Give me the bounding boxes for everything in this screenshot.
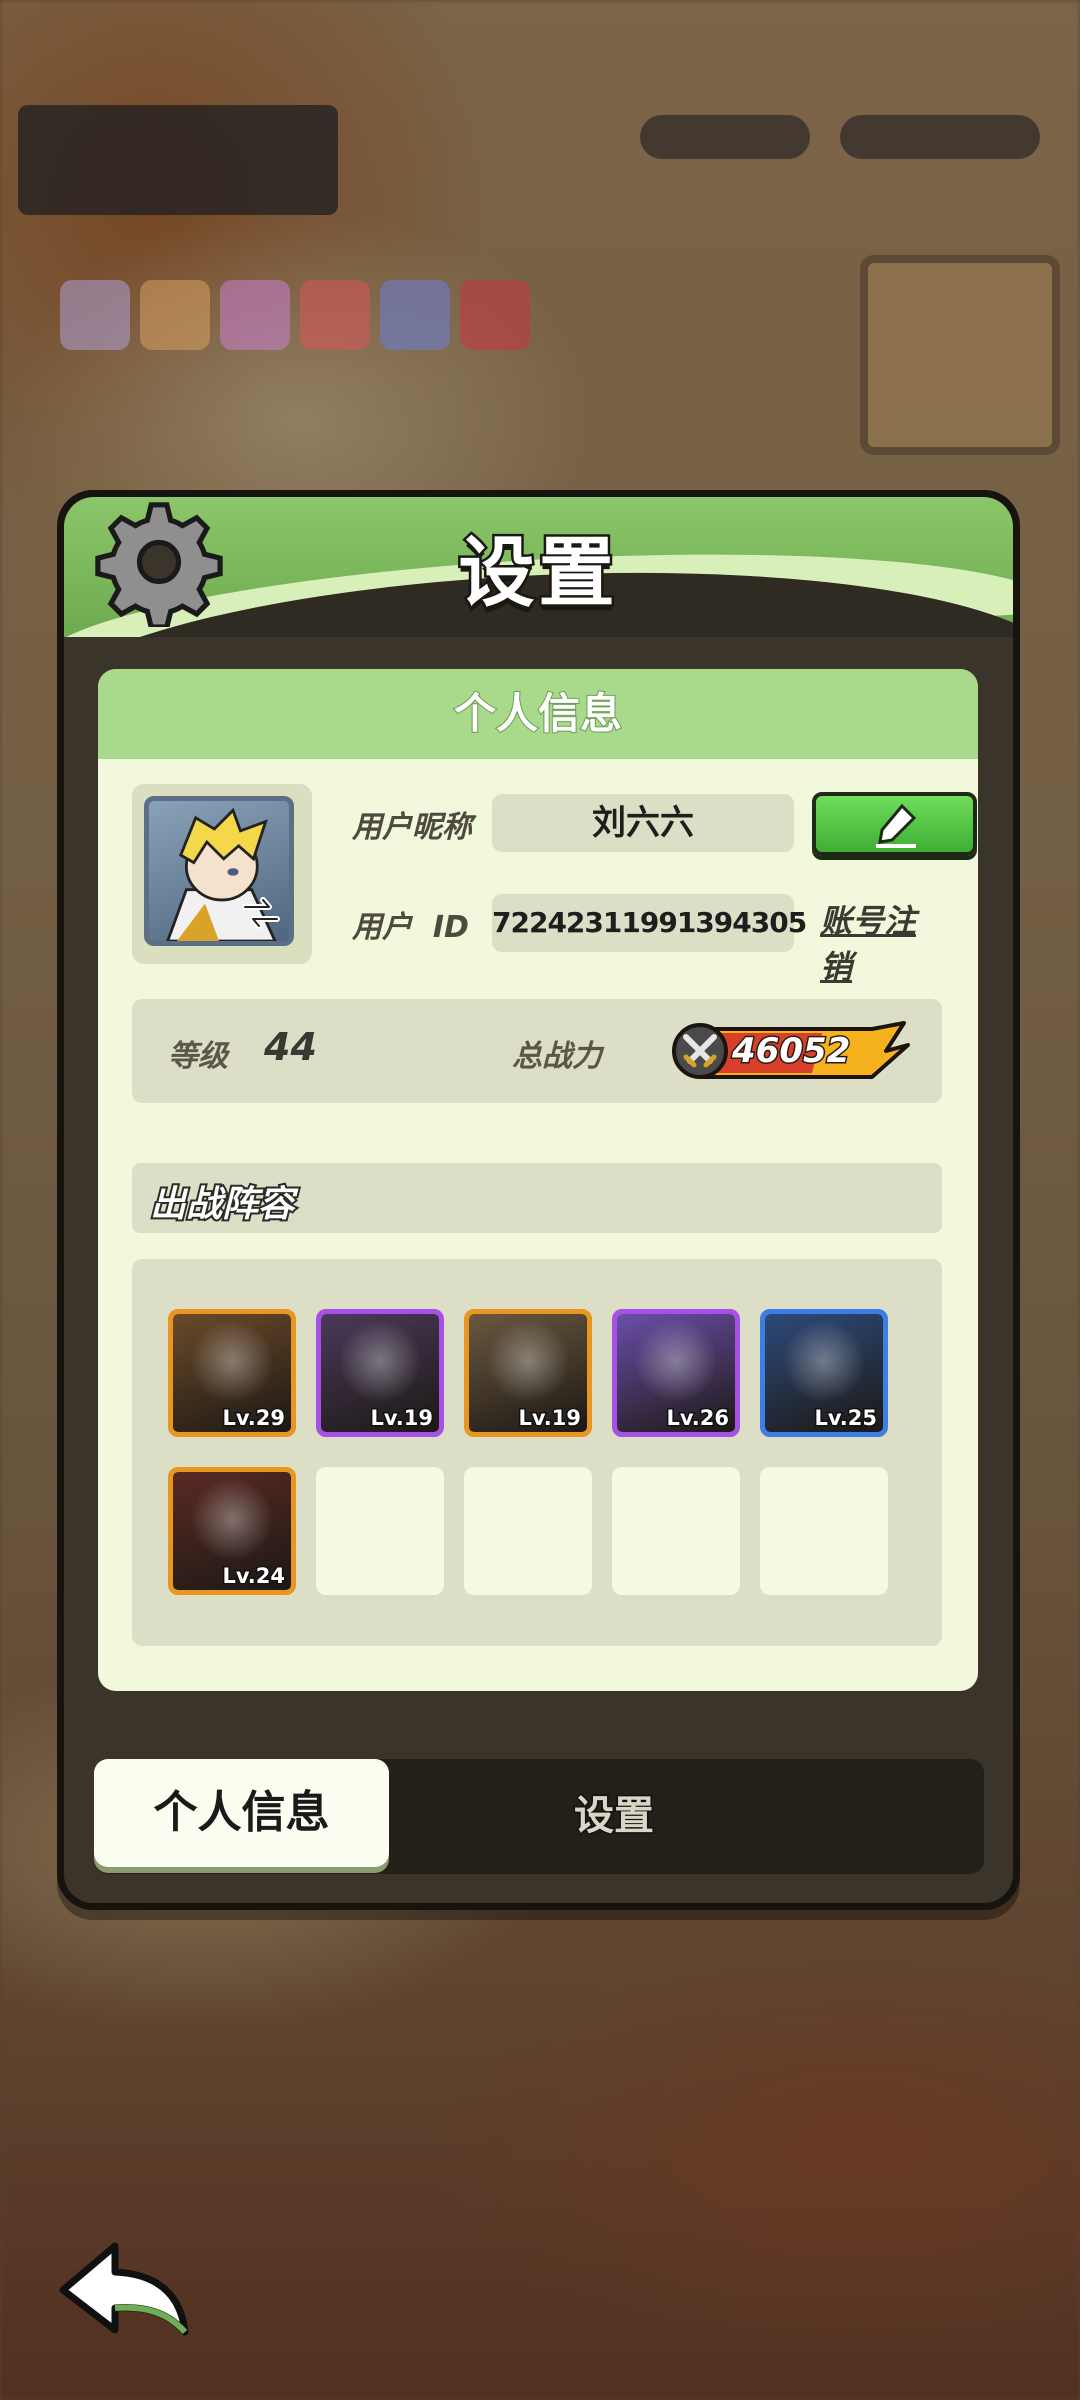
hud-menu-icon [60, 280, 130, 350]
tab-profile[interactable]: 个人信息 [94, 1759, 389, 1867]
edit-nickname-button[interactable] [812, 792, 977, 856]
pen-icon [876, 803, 917, 848]
dialog-header: 设置 [64, 497, 1013, 637]
lineup-grid: Lv.29 Lv.19 Lv.19 Lv.26 Lv.25 Lv.24 [132, 1259, 942, 1646]
hud-resource-gold [840, 115, 1040, 159]
profile-row: 用户昵称 刘六六 用户 ID 72242311991394305 账号注销 [132, 784, 977, 986]
empty-hero-slot[interactable] [316, 1467, 444, 1595]
hero-card[interactable]: Lv.19 [316, 1309, 444, 1437]
avatar[interactable] [132, 784, 312, 964]
uid-field: 72242311991394305 [492, 894, 807, 952]
profile-panel: 个人信息 用户昵称 刘六六 用户 ID 72242311991394305 账号… [98, 669, 978, 1691]
power-badge: 46052 [672, 1021, 912, 1081]
hero-level: Lv.25 [813, 1405, 879, 1432]
tab-settings[interactable]: 设置 [464, 1759, 764, 1874]
lineup-section-header: 出战阵容 [132, 1163, 942, 1233]
hero-level: Lv.29 [221, 1405, 287, 1432]
hero-card[interactable]: Lv.25 [760, 1309, 888, 1437]
hero-card[interactable]: Lv.19 [464, 1309, 592, 1437]
hero-level: Lv.19 [369, 1405, 435, 1432]
account-cancel-link[interactable]: 账号注销 [820, 896, 947, 988]
level-label: 等级 [168, 1039, 228, 1074]
hud-menu-icon [140, 280, 210, 350]
power-label: 总战力 [512, 1039, 602, 1074]
empty-hero-slot[interactable] [464, 1467, 592, 1595]
hero-card[interactable]: Lv.29 [168, 1309, 296, 1437]
hud-menu-icon [300, 280, 370, 350]
hud-menu-icon [220, 280, 290, 350]
minimap [860, 255, 1060, 455]
back-arrow-icon[interactable] [55, 2238, 195, 2338]
dialog-title: 设置 [456, 526, 619, 620]
hud-menu-icon [460, 280, 530, 350]
hero-level: Lv.19 [517, 1405, 583, 1432]
hud-player-panel [18, 105, 338, 215]
hero-card[interactable]: Lv.26 [612, 1309, 740, 1437]
panel-header: 个人信息 [98, 669, 978, 759]
nickname-field: 刘六六 [492, 794, 794, 852]
settings-dialog: 设置 个人信息 用户昵称 刘六六 用户 ID 72242311991394305… [57, 490, 1020, 1910]
power-value: 46052 [730, 1030, 851, 1073]
hero-level: Lv.24 [221, 1563, 287, 1590]
lineup-title: 出战阵容 [148, 1182, 296, 1227]
tab-bar: 个人信息 设置 [94, 1759, 984, 1874]
hud-menu-icon [380, 280, 450, 350]
hero-level: Lv.26 [665, 1405, 731, 1432]
hero-card[interactable]: Lv.24 [168, 1467, 296, 1595]
swap-icon[interactable] [239, 891, 283, 935]
empty-hero-slot[interactable] [760, 1467, 888, 1595]
hud-resource-gems [640, 115, 810, 159]
nickname-label: 用户昵称 [352, 810, 472, 845]
stats-bar: 等级 44 总战力 46052 [132, 999, 942, 1103]
empty-hero-slot[interactable] [612, 1467, 740, 1595]
uid-label: 用户 ID [352, 910, 469, 945]
crossed-swords-icon [683, 1034, 717, 1068]
level-value: 44 [264, 1025, 317, 1069]
